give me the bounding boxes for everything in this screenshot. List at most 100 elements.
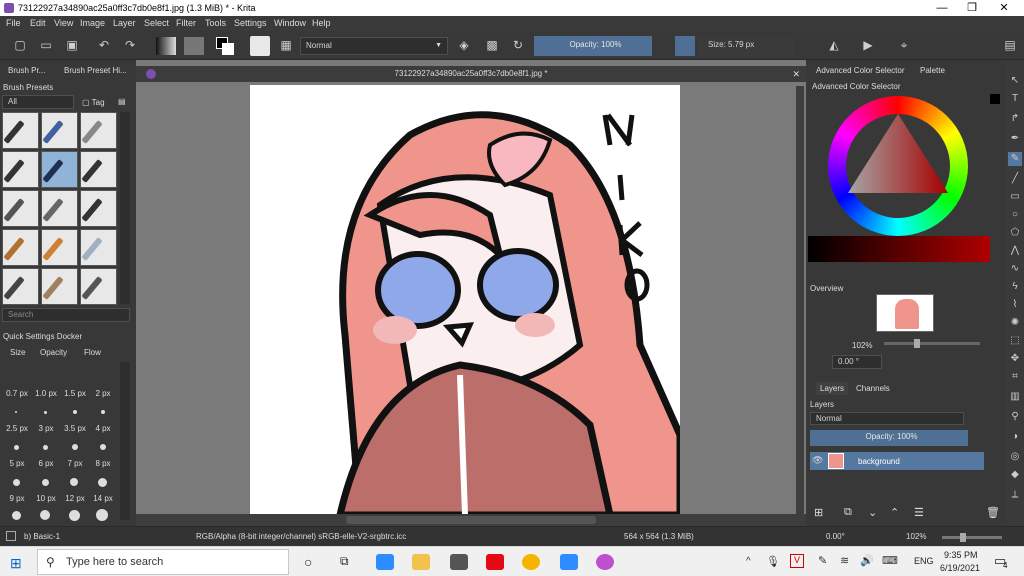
fill-tool-icon[interactable]: ◆ — [1008, 468, 1022, 482]
wrap-around-icon[interactable]: ⌖ — [896, 37, 912, 53]
clock-date[interactable]: 6/19/2021 — [940, 563, 980, 573]
background-color-swatch[interactable] — [222, 43, 234, 55]
camera-app-icon[interactable] — [450, 554, 468, 570]
canvas-vertical-scrollbar[interactable] — [796, 86, 804, 514]
chrome-icon[interactable] — [522, 554, 540, 570]
document-tab[interactable]: 73122927a34890ac25a0ff3c7db0e8f1.jpg * ✕ — [136, 66, 806, 82]
saturation-value-triangle[interactable] — [828, 96, 968, 236]
size-option[interactable]: 8 px — [90, 459, 116, 468]
size-option[interactable]: 3 px — [33, 424, 59, 433]
workspace-icon[interactable]: ▤ — [1002, 37, 1018, 53]
eraser-icon[interactable]: ◈ — [456, 37, 472, 53]
move-up-icon[interactable]: ⌃ — [890, 506, 899, 519]
brush-preset[interactable] — [80, 268, 117, 305]
brush-preset[interactable] — [2, 151, 39, 188]
menu-edit[interactable]: Edit — [30, 18, 46, 28]
size-option[interactable]: 9 px — [4, 494, 30, 503]
delete-layer-icon[interactable]: 🗑 — [986, 506, 1000, 519]
open-document-icon[interactable]: ▭ — [38, 37, 54, 53]
size-option[interactable]: 10 px — [33, 494, 59, 503]
menu-tools[interactable]: Tools — [205, 18, 226, 28]
crop-tool-icon[interactable]: ⌗ — [1008, 370, 1022, 384]
tab-brush-preset-history[interactable]: Brush Preset Hi... — [64, 66, 127, 75]
windows-start-icon[interactable]: ⊞ — [10, 555, 22, 572]
brush-preset-selected[interactable] — [41, 151, 78, 188]
overview-thumbnail[interactable] — [876, 294, 934, 332]
size-option[interactable]: 14 px — [90, 494, 116, 503]
tab-brush-presets[interactable]: Brush Pr... — [8, 66, 45, 75]
measure-tool-icon[interactable]: ⟂ — [1008, 488, 1022, 502]
select-shapes-icon[interactable]: ↖ — [1008, 74, 1022, 88]
hue-ring[interactable] — [828, 96, 968, 236]
save-icon[interactable]: ▣ — [64, 37, 80, 53]
smart-patch-icon[interactable]: ◎ — [1008, 450, 1022, 464]
freehand-path-icon[interactable]: ϟ — [1008, 280, 1022, 294]
antivirus-icon[interactable]: V — [790, 554, 804, 568]
brush-search-input[interactable]: Search — [2, 308, 130, 322]
layer-opacity-slider[interactable]: Opacity: 100% — [810, 430, 968, 446]
redo-icon[interactable]: ↷ — [122, 37, 138, 53]
clock-time[interactable]: 9:35 PM — [944, 550, 978, 560]
menu-settings[interactable]: Settings — [234, 18, 267, 28]
size-slider[interactable]: Size: 5.79 px — [698, 36, 794, 56]
tab-qs-size[interactable]: Size — [10, 348, 26, 357]
size-option[interactable]: 5 px — [4, 459, 30, 468]
menu-window[interactable]: Window — [274, 18, 306, 28]
brush-preset[interactable] — [2, 190, 39, 227]
brush-preset[interactable] — [80, 112, 117, 149]
text-tool-icon[interactable]: T — [1008, 92, 1022, 106]
colorize-mask-icon[interactable]: ◑ — [1008, 430, 1022, 444]
menu-view[interactable]: View — [54, 18, 73, 28]
multibrush-icon[interactable]: ✺ — [1008, 316, 1022, 330]
opacity-slider[interactable]: Opacity: 100% — [534, 36, 652, 56]
line-tool-icon[interactable]: ╱ — [1008, 172, 1022, 186]
move-tool-icon[interactable]: ✥ — [1008, 352, 1022, 366]
brush-preset[interactable] — [80, 151, 117, 188]
brush-preset[interactable] — [2, 229, 39, 266]
tab-qs-opacity[interactable]: Opacity — [40, 348, 67, 357]
visibility-eye-icon[interactable]: 👁 — [812, 455, 823, 466]
restore-icon[interactable]: ❐ — [956, 0, 988, 16]
scrollbar-thumb[interactable] — [346, 516, 596, 524]
tag-filter-select[interactable]: All — [2, 95, 74, 109]
rectangle-tool-icon[interactable]: ▭ — [1008, 190, 1022, 204]
undo-icon[interactable]: ↶ — [96, 37, 112, 53]
size-option[interactable]: 4 px — [90, 424, 116, 433]
bezier-tool-icon[interactable]: ∿ — [1008, 262, 1022, 276]
size-option[interactable]: 0.7 px — [4, 389, 30, 398]
brush-preset[interactable] — [41, 190, 78, 227]
zoom-meeting-icon[interactable] — [560, 554, 578, 570]
size-option[interactable]: 12 px — [62, 494, 88, 503]
brush-preset[interactable] — [2, 112, 39, 149]
size-option[interactable]: 3.5 px — [62, 424, 88, 433]
duplicate-layer-icon[interactable]: ⧉ — [844, 506, 852, 519]
netflix-icon[interactable] — [486, 554, 504, 570]
freehand-brush-icon[interactable]: ✎ — [1008, 152, 1022, 166]
gradient-tool-icon[interactable]: ▥ — [1008, 390, 1022, 404]
brush-preset[interactable] — [2, 268, 39, 305]
wifi-icon[interactable]: ≋ — [840, 554, 849, 567]
brush-preset[interactable] — [80, 190, 117, 227]
blend-mode-select[interactable]: Normal ▼ — [300, 37, 448, 55]
tab-palette[interactable]: Palette — [920, 66, 945, 75]
tab-layers[interactable]: Layers — [816, 382, 849, 395]
cortana-icon[interactable]: ○ — [304, 554, 312, 570]
tray-overflow-icon[interactable]: ^ — [746, 556, 751, 567]
polygon-tool-icon[interactable]: ⬠ — [1008, 226, 1022, 240]
menu-image[interactable]: Image — [80, 18, 105, 28]
volume-icon[interactable]: 🔊 — [860, 554, 874, 567]
file-explorer-icon[interactable] — [412, 554, 430, 570]
ellipse-tool-icon[interactable]: ○ — [1008, 208, 1022, 222]
brush-preset-icon[interactable] — [250, 36, 270, 56]
close-window-icon[interactable]: ✕ — [988, 0, 1020, 16]
display-mode-icon[interactable]: ▤ — [118, 97, 126, 106]
tag-button[interactable]: ▢ Tag — [82, 98, 105, 107]
reload-preset-icon[interactable]: ↻ — [510, 37, 526, 53]
menu-file[interactable]: File — [6, 18, 21, 28]
rotation-input[interactable]: 0.00 ° — [832, 355, 882, 369]
color-picker-icon[interactable]: ⚲ — [1008, 410, 1022, 424]
polyline-tool-icon[interactable]: ⋀ — [1008, 244, 1022, 258]
size-option[interactable]: 7 px — [62, 459, 88, 468]
color-shade-slider[interactable] — [808, 236, 990, 262]
language-indicator[interactable]: ENG — [914, 556, 934, 566]
